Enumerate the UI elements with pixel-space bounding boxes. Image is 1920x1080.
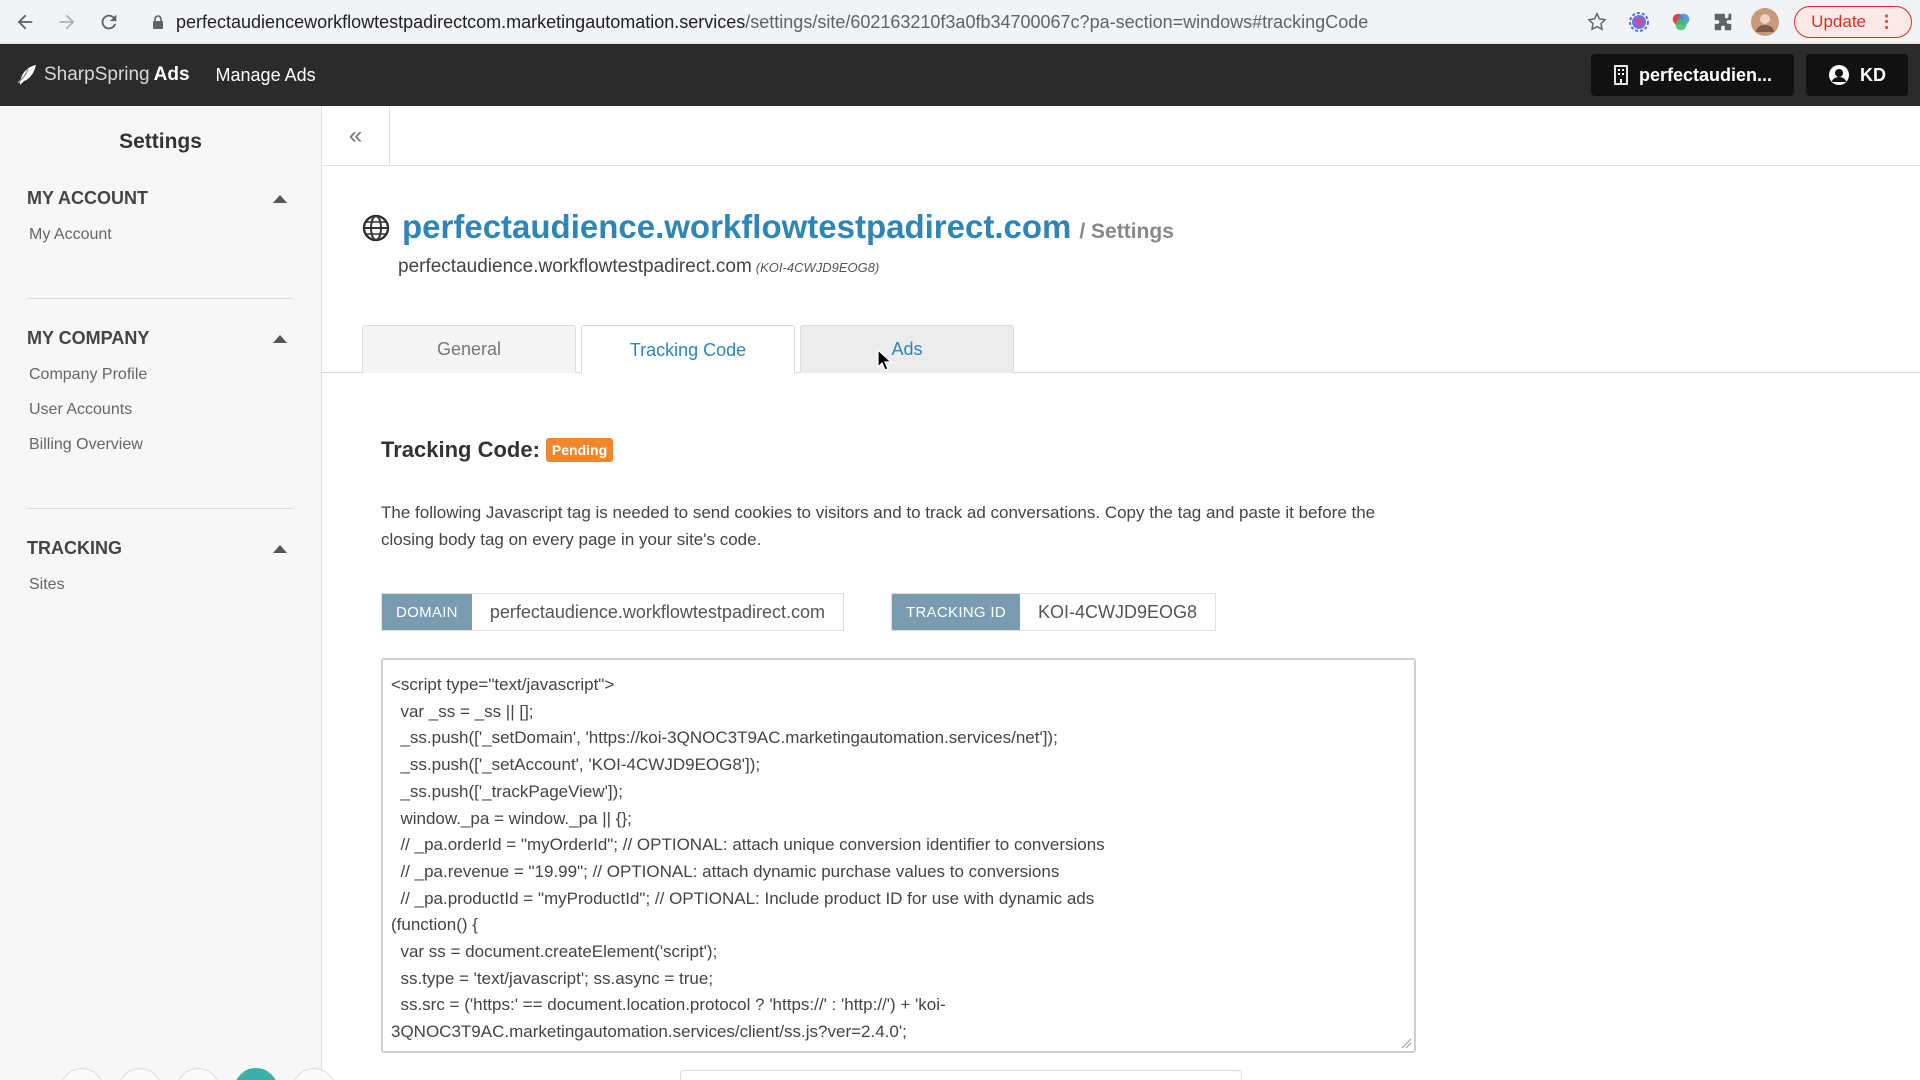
sidebar-item-company-profile[interactable]: Company Profile: [29, 366, 293, 384]
code-line: window._pa = window._pa || {};: [391, 808, 632, 828]
site-header: perfectaudience.workflowtestpadirect.com…: [362, 208, 1174, 246]
status-badge: Pending: [545, 438, 614, 462]
tab-tracking-code[interactable]: Tracking Code: [581, 325, 795, 374]
leaf-icon: [17, 65, 36, 85]
sidebar-section-tracking: TRACKING Sites: [27, 538, 293, 594]
app-header: SharpSpring Ads Manage Ads perfectaudien…: [0, 44, 1920, 106]
url-path: /settings/site/602163210f3a0fb34700067c?…: [745, 11, 1369, 32]
user-menu-button[interactable]: KD: [1806, 54, 1908, 96]
brand-logo[interactable]: SharpSpring Ads: [16, 63, 190, 87]
bottom-toolbar: [60, 1068, 350, 1080]
code-line: var _ss = _ss || [];: [391, 701, 534, 721]
forward-icon[interactable]: [50, 5, 84, 39]
kebab-menu-icon[interactable]: ⋮: [1878, 12, 1895, 32]
tab-ads[interactable]: Ads: [800, 325, 1014, 373]
caret-up-icon: [273, 544, 287, 553]
site-switcher-button[interactable]: perfectaudien...: [1590, 54, 1794, 96]
sidebar-item-billing-overview[interactable]: Billing Overview: [29, 436, 293, 454]
code-line: _ss.push(['_trackPageView']);: [391, 781, 624, 801]
reload-icon[interactable]: [92, 5, 126, 39]
domain-value[interactable]: perfectaudience.workflowtestpadirect.com: [471, 594, 843, 630]
star-icon[interactable]: [1583, 8, 1611, 36]
code-line: (function() {: [391, 915, 478, 935]
site-switch-label: perfectaudien...: [1638, 64, 1772, 85]
domain-field: DOMAIN perfectaudience.workflowtestpadir…: [381, 593, 844, 631]
sidebar-section-header[interactable]: MY ACCOUNT: [27, 188, 293, 209]
collapse-sidebar-button[interactable]: «: [322, 106, 390, 166]
lock-icon: [153, 15, 163, 29]
caret-up-icon: [273, 334, 287, 343]
code-line: // _pa.revenue = "19.99"; // OPTIONAL: a…: [391, 861, 1060, 881]
code-line: // _pa.orderId = "myOrderId"; // OPTIONA…: [391, 835, 1105, 855]
section-heading: TRACKING: [27, 538, 122, 558]
site-subtitle: perfectaudience.workflowtestpadirect.com…: [398, 256, 879, 278]
profile-avatar[interactable]: [1751, 8, 1780, 36]
globe-icon: [362, 214, 390, 242]
sidebar-title: Settings: [119, 130, 202, 153]
bottom-circle-button[interactable]: [118, 1068, 162, 1080]
update-button[interactable]: Update ⋮: [1794, 6, 1912, 38]
settings-sidebar: Settings MY ACCOUNT My Account MY COMPAN…: [0, 106, 322, 1080]
code-line: 3QNOC3T9AC.marketingautomation.services/…: [391, 1022, 907, 1042]
bottom-circle-button[interactable]: [234, 1068, 278, 1080]
manage-ads-link[interactable]: Manage Ads: [216, 65, 316, 86]
brand-secondary: Ads: [153, 64, 190, 85]
browser-toolbar: perfectaudienceworkflowtestpadirectcom.m…: [0, 0, 1920, 44]
caret-up-icon: [273, 194, 287, 203]
code-line: ss.src = ('https:' == document.location.…: [391, 995, 946, 1015]
update-label: Update: [1811, 12, 1866, 31]
extension-gear-icon[interactable]: [1625, 8, 1653, 36]
code-line: _ss.push(['_setDomain', 'https://koi-3QN…: [391, 728, 1058, 748]
url-host: perfectaudienceworkflowtestpadirectcom.m…: [176, 11, 746, 32]
sidebar-section-my-account: MY ACCOUNT My Account: [27, 188, 293, 244]
user-initials: KD: [1860, 64, 1886, 85]
sidebar-divider: [27, 508, 293, 509]
building-icon: [1614, 65, 1628, 85]
bottom-circle-button[interactable]: [292, 1068, 336, 1080]
sidebar-item-my-account[interactable]: My Account: [29, 226, 293, 244]
section-heading: MY ACCOUNT: [27, 188, 148, 208]
extension-color-icon[interactable]: [1667, 8, 1695, 36]
content-topbar: «: [322, 106, 1920, 166]
breadcrumb: / Settings: [1079, 220, 1174, 243]
site-domain-text: perfectaudience.workflowtestpadirect.com: [398, 256, 752, 277]
puzzle-icon[interactable]: [1709, 8, 1737, 36]
tracking-id-label: TRACKING ID: [892, 594, 1020, 630]
code-line: ss.type = 'text/javascript'; ss.async = …: [391, 968, 714, 988]
user-icon: [1829, 65, 1849, 85]
site-title-link[interactable]: perfectaudience.workflowtestpadirect.com: [402, 208, 1071, 246]
tab-general[interactable]: General: [362, 325, 576, 373]
sidebar-section-header[interactable]: MY COMPANY: [27, 328, 293, 349]
code-line: var ss = document.createElement('script'…: [391, 942, 718, 962]
code-line: _ss.push(['_setAccount', 'KOI-4CWJD9EOG8…: [391, 755, 761, 775]
tracking-code-textarea[interactable]: <script type="text/javascript"> var _ss …: [381, 658, 1416, 1053]
back-icon[interactable]: [8, 5, 42, 39]
sidebar-item-sites[interactable]: Sites: [29, 576, 293, 594]
resize-handle-icon[interactable]: [1400, 1037, 1412, 1049]
url-text: perfectaudienceworkflowtestpadirectcom.m…: [176, 12, 1368, 33]
tracking-id-field: TRACKING ID KOI-4CWJD9EOG8: [891, 593, 1217, 631]
bottom-circle-button[interactable]: [176, 1068, 220, 1080]
brand-primary: SharpSpring: [44, 64, 150, 85]
tracking-id-value[interactable]: KOI-4CWJD9EOG8: [1019, 594, 1216, 630]
address-bar[interactable]: perfectaudienceworkflowtestpadirectcom.m…: [150, 4, 1590, 40]
code-line: // _pa.productId = "myProductId"; // OPT…: [391, 888, 1095, 908]
sidebar-section-my-company: MY COMPANY Company Profile User Accounts…: [27, 328, 293, 454]
code-line: <script type="text/javascript">: [391, 675, 615, 694]
site-id-text: (KOI-4CWJD9EOG8): [755, 260, 880, 275]
double-chevron-left-icon: «: [348, 122, 363, 149]
sidebar-divider: [27, 298, 293, 299]
bottom-circle-button[interactable]: [60, 1068, 104, 1080]
tracking-code-heading: Tracking Code: Pending: [381, 437, 614, 463]
sidebar-item-user-accounts[interactable]: User Accounts: [29, 401, 293, 419]
bottom-panel: [680, 1070, 1242, 1080]
domain-label: DOMAIN: [382, 594, 472, 630]
sidebar-section-header[interactable]: TRACKING: [27, 538, 293, 559]
tracking-code-title: Tracking Code:: [381, 437, 540, 462]
tracking-code-description: The following Javascript tag is needed t…: [381, 503, 1376, 549]
mouse-cursor-icon: [877, 349, 893, 371]
section-heading: MY COMPANY: [27, 328, 150, 348]
